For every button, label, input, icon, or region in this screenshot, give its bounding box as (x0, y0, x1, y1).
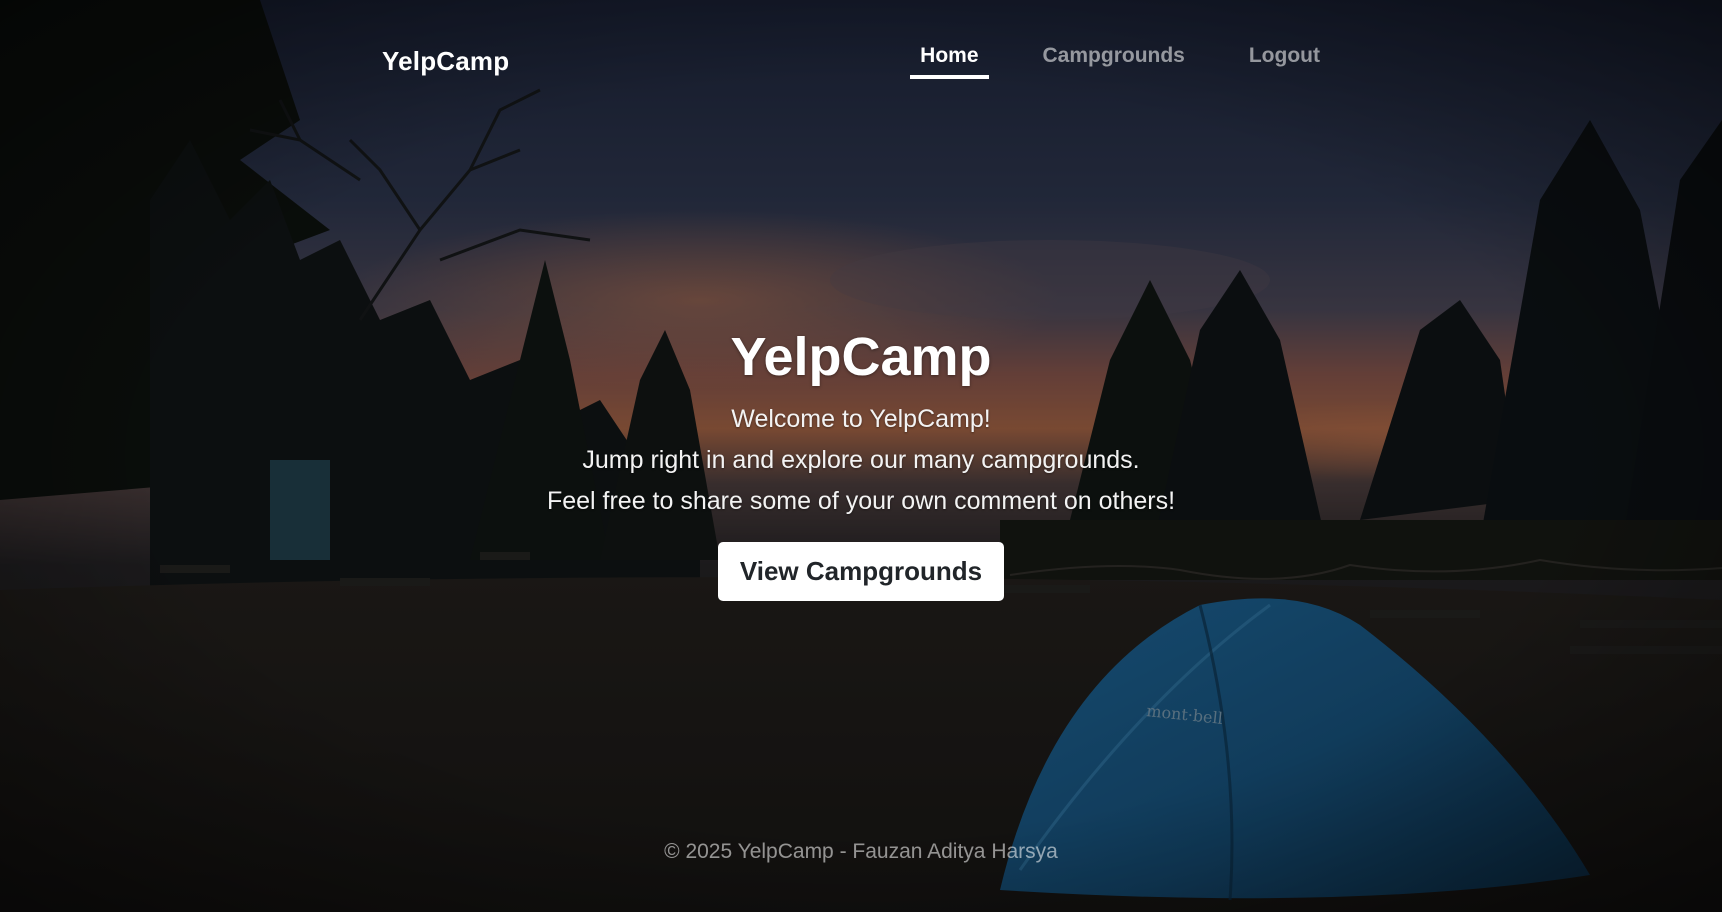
hero-section: YelpCamp Welcome to YelpCamp! Jump right… (0, 327, 1722, 602)
brand-logo[interactable]: YelpCamp (382, 46, 509, 77)
hero-welcome-text: Welcome to YelpCamp! (731, 405, 991, 434)
view-campgrounds-button[interactable]: View Campgrounds (717, 542, 1005, 602)
hero-title: YelpCamp (730, 327, 992, 387)
masthead: YelpCamp Home Campgrounds Logout (382, 36, 1330, 86)
nav-link-logout[interactable]: Logout (1239, 44, 1330, 79)
hero-explore-text: Jump right in and explore our many campg… (582, 446, 1140, 475)
nav-link-campgrounds[interactable]: Campgrounds (1033, 44, 1195, 79)
nav-links: Home Campgrounds Logout (910, 44, 1330, 80)
nav-link-home[interactable]: Home (910, 44, 989, 80)
landing-cover: YelpCamp Home Campgrounds Logout YelpCam… (0, 0, 1722, 912)
footer-copyright: © 2025 YelpCamp - Fauzan Aditya Harsya (664, 840, 1058, 863)
hero-share-text: Feel free to share some of your own comm… (546, 487, 1176, 516)
